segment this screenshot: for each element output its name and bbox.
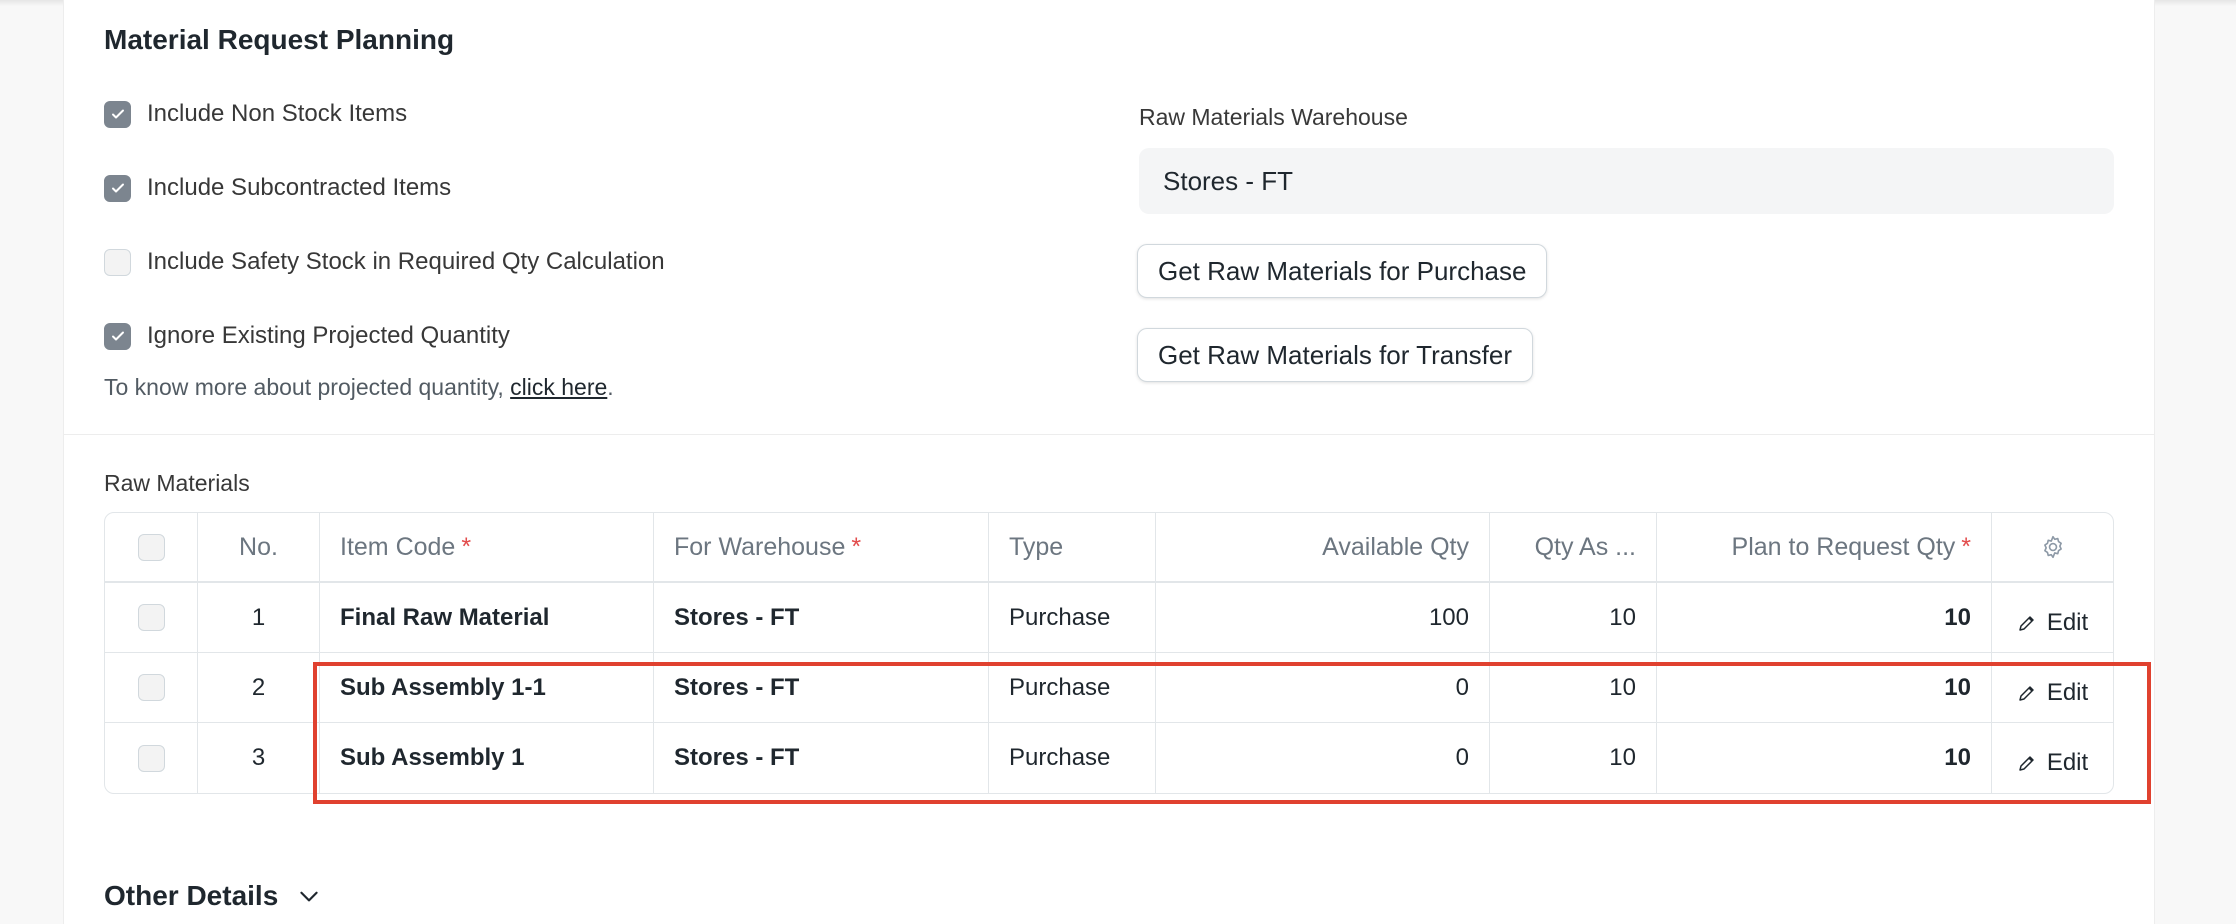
click-here-link[interactable]: click here (510, 374, 607, 400)
warehouse-label: Raw Materials Warehouse (1139, 104, 1408, 130)
other-details-title: Other Details (104, 880, 279, 911)
row-checkbox[interactable] (137, 674, 165, 701)
required-mark: * (461, 532, 472, 561)
row-checkbox[interactable] (137, 744, 165, 772)
checkbox-box[interactable] (104, 248, 131, 276)
header-label: Item Code (340, 532, 456, 561)
section-divider (63, 434, 2155, 435)
header-label: Plan to Request Qty (1731, 532, 1956, 561)
checkbox-label: Ignore Existing Projected Quantity (147, 322, 510, 349)
projected-qty-help: To know more about projected quantity, c… (104, 374, 614, 401)
header-for-warehouse[interactable]: For Warehouse * (654, 513, 989, 581)
checkbox-label: Include Non Stock Items (147, 100, 408, 127)
header-available-qty[interactable]: Available Qty (1156, 513, 1490, 581)
checkbox-box[interactable] (104, 322, 131, 350)
gear-icon[interactable] (2040, 534, 2066, 560)
row-no: 2 (198, 653, 320, 722)
table-header: No. Item Code * For Warehouse * Type Avail… (105, 513, 2113, 583)
row-warehouse[interactable]: Stores - FT (654, 583, 989, 652)
row-select-cell (105, 723, 198, 793)
row-no: 3 (198, 723, 320, 793)
select-all-cell (105, 513, 198, 581)
checkmark-icon (111, 183, 124, 193)
row-no: 1 (198, 583, 320, 652)
row-qty-as[interactable]: 10 (1490, 583, 1657, 652)
checkmark-icon (111, 109, 124, 119)
header-qty-as[interactable]: Qty As ... (1490, 513, 1657, 581)
header-item-code[interactable]: Item Code * (320, 513, 654, 581)
checkbox-label: Include Subcontracted Items (147, 174, 452, 201)
edit-button[interactable]: Edit (2017, 609, 2088, 637)
table-row[interactable]: 1 Final Raw Material Stores - FT Purchas… (105, 583, 2113, 653)
row-item-code[interactable]: Final Raw Material (320, 583, 654, 652)
chevron-down-icon (300, 891, 318, 902)
row-plan-qty[interactable]: 10 (1657, 583, 1992, 652)
row-available-qty[interactable]: 100 (1156, 583, 1490, 652)
row-select-cell (105, 653, 198, 722)
warehouse-input[interactable]: Stores - FT (1139, 148, 2114, 214)
edit-label: Edit (2046, 608, 2089, 636)
checkbox-include-safety-stock[interactable]: Include Safety Stock in Required Qty Cal… (104, 248, 665, 276)
get-raw-materials-transfer-button[interactable]: Get Raw Materials for Transfer (1137, 328, 1533, 382)
required-mark: * (851, 532, 862, 561)
help-suffix: . (607, 374, 614, 400)
help-text: To know more about projected quantity, (104, 374, 511, 400)
checkbox-box[interactable] (104, 100, 131, 128)
required-mark: * (1961, 532, 1971, 561)
checkbox-box[interactable] (104, 174, 131, 202)
header-no: No. (198, 513, 320, 581)
header-plan-qty[interactable]: Plan to Request Qty * (1657, 513, 1992, 581)
checkbox-include-non-stock[interactable]: Include Non Stock Items (104, 100, 407, 128)
row-edit-cell: Edit (1992, 583, 2113, 652)
get-raw-materials-purchase-button[interactable]: Get Raw Materials for Purchase (1137, 244, 1548, 298)
other-details-section-toggle[interactable]: Other Details (104, 880, 322, 912)
header-type[interactable]: Type (989, 513, 1156, 581)
row-select-cell (105, 583, 198, 652)
row-checkbox[interactable] (137, 604, 165, 631)
select-all-checkbox[interactable] (137, 533, 165, 561)
checkbox-ignore-projected[interactable]: Ignore Existing Projected Quantity (104, 322, 510, 350)
section-title: Material Request Planning (104, 24, 455, 55)
raw-materials-label: Raw Materials (104, 470, 250, 496)
header-label: For Warehouse (674, 532, 846, 561)
checkmark-icon (111, 331, 124, 341)
row-type[interactable]: Purchase (989, 583, 1156, 652)
pencil-icon (2019, 615, 2034, 631)
highlight-box (313, 662, 2151, 804)
checkbox-label: Include Safety Stock in Required Qty Cal… (147, 248, 665, 275)
checkbox-include-subcontracted[interactable]: Include Subcontracted Items (104, 174, 451, 202)
column-settings-cell (1992, 513, 2113, 581)
